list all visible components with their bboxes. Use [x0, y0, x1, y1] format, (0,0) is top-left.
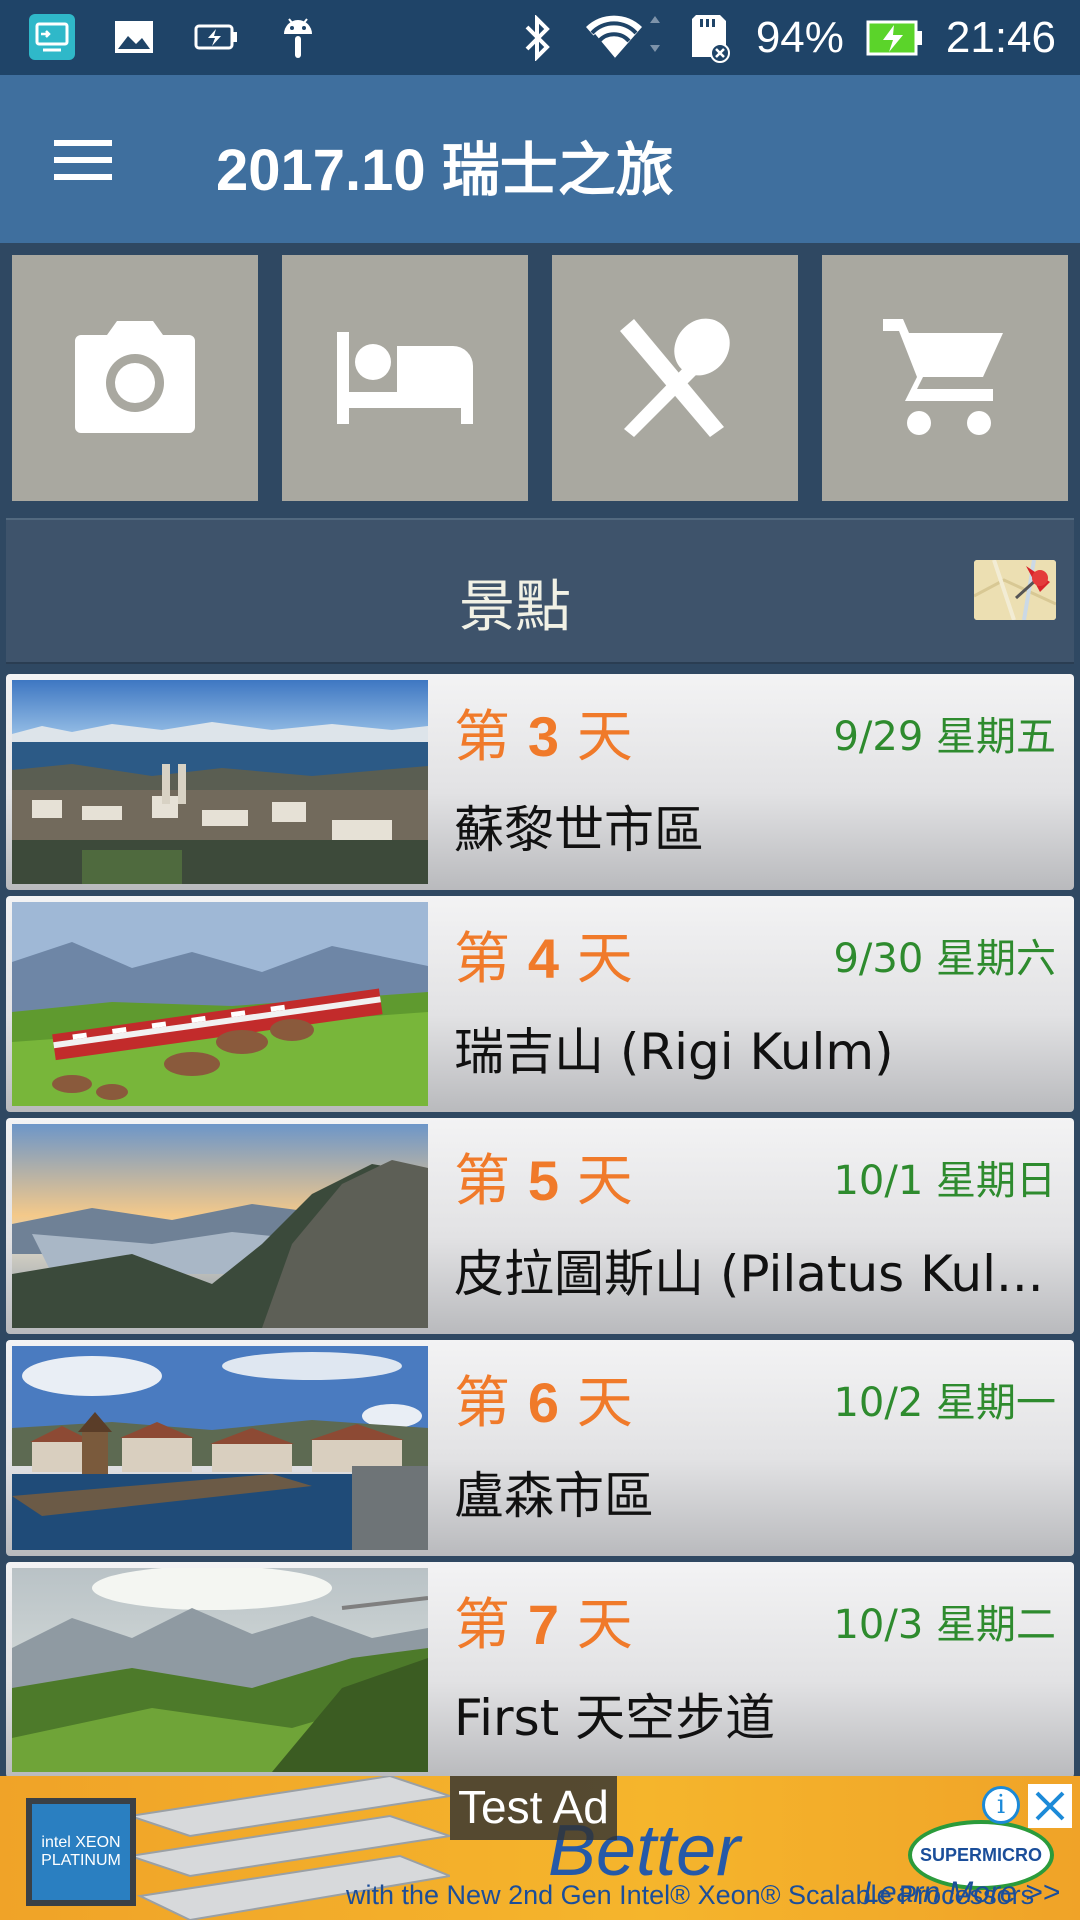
day-label: 第 4 天: [454, 927, 633, 992]
list-item[interactable]: 第 5 天 10/1 星期日 皮拉圖斯山 (Pilatus Kul...: [6, 1118, 1074, 1334]
page-title: 2017.10 瑞士之旅: [216, 138, 674, 203]
ad-close-button[interactable]: [1028, 1784, 1072, 1828]
first-cliff-walk-photo: [12, 1568, 428, 1772]
day-date: 9/29 星期五: [833, 714, 1056, 760]
battery-percent: 94%: [755, 12, 844, 62]
day-label: 第 6 天: [454, 1371, 633, 1436]
day-place: First 天空步道: [454, 1689, 776, 1747]
day-place: 皮拉圖斯山 (Pilatus Kul...: [454, 1245, 1044, 1303]
lucerne-photo: [12, 1346, 428, 1550]
day-date: 10/3 星期二: [833, 1602, 1056, 1648]
category-tiles: [0, 243, 1080, 513]
section-title: 景點: [459, 575, 571, 640]
rigi-photo: [12, 902, 428, 1106]
dining-tile[interactable]: [552, 255, 798, 501]
dining-icon: [620, 318, 730, 437]
map-pin-icon: [974, 560, 1056, 620]
image-icon: [110, 12, 158, 62]
day-label: 第 3 天: [454, 705, 633, 770]
day-place: 盧森市區: [454, 1467, 654, 1525]
ad-label: Test Ad: [450, 1776, 617, 1840]
day-label: 第 5 天: [454, 1149, 633, 1214]
pilatus-photo: [12, 1124, 428, 1328]
learn-more-link[interactable]: Learn More >>: [863, 1876, 1060, 1910]
list-item[interactable]: 第 6 天 10/2 星期一 盧森市區: [6, 1340, 1074, 1556]
day-place: 蘇黎世市區: [454, 801, 704, 859]
bed-icon: [337, 332, 473, 424]
list-item[interactable]: 第 7 天 10/3 星期二 First 天空步道: [6, 1562, 1074, 1778]
camera-icon: [75, 321, 195, 433]
hotel-tile[interactable]: [282, 255, 528, 501]
section-header: 景點: [6, 518, 1074, 664]
intel-chip-logo: intel XEON PLATINUM: [26, 1798, 136, 1906]
shopping-cart-icon: [883, 319, 1003, 435]
app-bar: 2017.10 瑞士之旅: [0, 75, 1080, 243]
battery-charging-icon: [866, 13, 924, 63]
day-label: 第 7 天: [454, 1593, 633, 1658]
day-date: 10/1 星期日: [833, 1158, 1056, 1204]
day-date: 10/2 星期一: [833, 1380, 1056, 1426]
bluetooth-icon: [514, 13, 562, 63]
map-button[interactable]: [974, 560, 1056, 620]
menu-button[interactable]: [40, 125, 126, 195]
shopping-tile[interactable]: [822, 255, 1068, 501]
ad-banner[interactable]: intel XEON PLATINUM Better Test Ad with …: [0, 1776, 1080, 1920]
camera-tile[interactable]: [12, 255, 258, 501]
sd-card-icon: [686, 13, 734, 63]
day-place: 瑞吉山 (Rigi Kulm): [454, 1023, 894, 1081]
list-item[interactable]: 第 3 天 9/29 星期五 蘇黎世市區: [6, 674, 1074, 890]
day-date: 9/30 星期六: [833, 936, 1056, 982]
clock: 21:46: [945, 12, 1056, 62]
screen-cast-icon: [28, 12, 76, 62]
wifi-icon: [584, 13, 664, 63]
list-item[interactable]: 第 4 天 9/30 星期六 瑞吉山 (Rigi Kulm): [6, 896, 1074, 1112]
close-icon: [1035, 1791, 1065, 1821]
battery-saver-icon: [192, 12, 240, 62]
ad-info-icon[interactable]: i: [982, 1786, 1020, 1824]
zurich-photo: [12, 680, 428, 884]
menu-icon: [54, 140, 112, 180]
android-icon: [274, 12, 322, 62]
status-bar: 94% 21:46: [0, 0, 1080, 75]
